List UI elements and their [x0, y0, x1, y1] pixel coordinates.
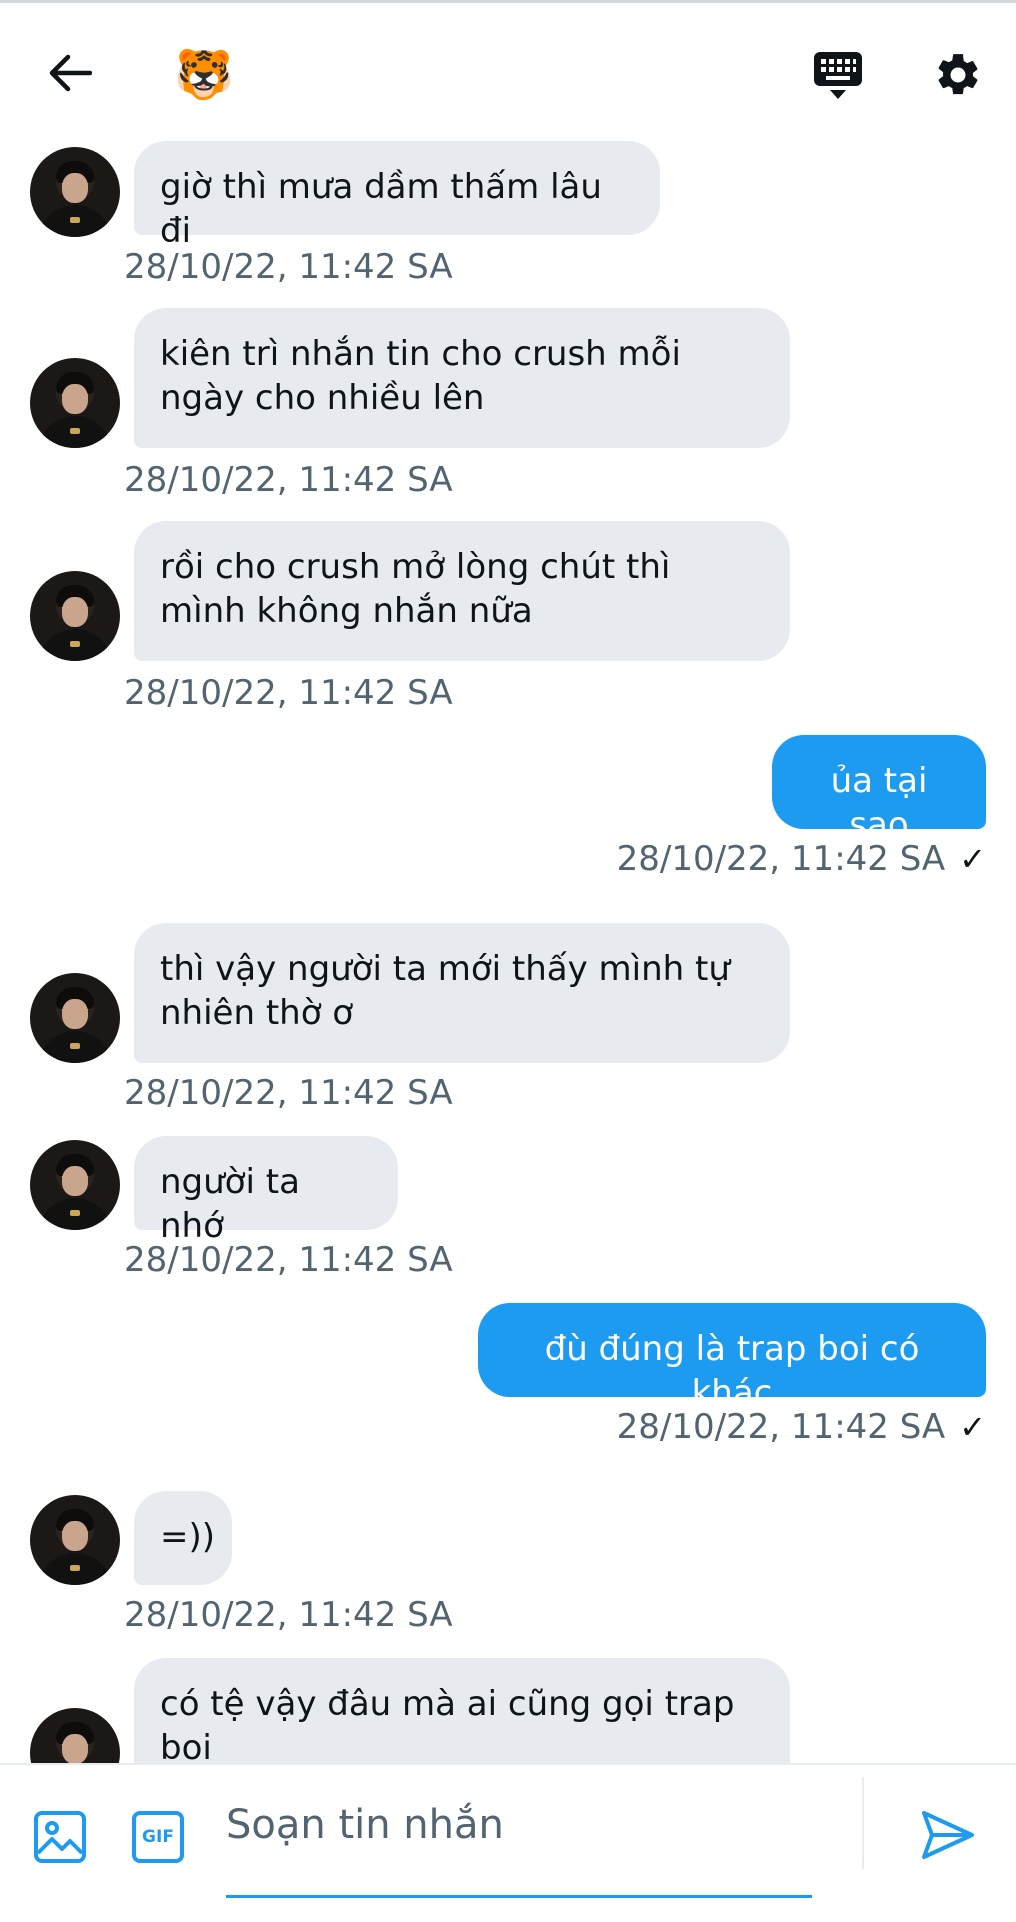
message-item: có tệ vậy đâu mà ai cũng gọi trap boi [0, 1658, 1016, 1763]
image-icon [34, 1811, 86, 1863]
message-item: giờ thì mưa dầm thấm lâu đi 28/10/22, 11… [0, 141, 1016, 301]
message-bubble[interactable]: thì vậy người ta mới thấy mình tự nhiên … [134, 923, 790, 1063]
message-text: có tệ vậy đâu mà ai cũng gọi trap boi [160, 1684, 735, 1763]
message-timestamp: 28/10/22, 11:42 SA [124, 673, 453, 713]
message-text: giờ thì mưa dầm thấm lâu đi [160, 167, 602, 251]
composer-divider [862, 1777, 864, 1869]
message-bubble[interactable]: đù đúng là trap boi có khác [478, 1303, 986, 1413]
message-item: người ta nhớ 28/10/22, 11:42 SA [0, 1136, 1016, 1296]
message-text: thì vậy người ta mới thấy mình tự nhiên … [160, 949, 730, 1033]
message-timestamp: 28/10/22, 11:42 SA [124, 1240, 453, 1280]
message-timestamp: 28/10/22, 11:42 SA [124, 460, 453, 500]
keyboard-shortcuts-button[interactable] [806, 45, 870, 107]
message-item: đù đúng là trap boi có khác 28/10/22, 11… [0, 1303, 1016, 1463]
message-text: ủa tại sao [830, 761, 928, 845]
message-timestamp: 28/10/22, 11:42 SA ✓ [617, 1407, 986, 1447]
gif-label: GIF [142, 1827, 174, 1847]
message-timestamp: 28/10/22, 11:42 SA ✓ [617, 839, 986, 879]
message-bubble[interactable]: rồi cho crush mở lòng chút thì mình khôn… [134, 521, 790, 661]
message-text: =)) [160, 1517, 216, 1557]
add-image-button[interactable] [32, 1809, 88, 1865]
back-button[interactable] [40, 43, 100, 103]
avatar[interactable] [30, 358, 120, 448]
avatar[interactable] [30, 1495, 120, 1585]
message-text: đù đúng là trap boi có khác [544, 1329, 920, 1413]
settings-button[interactable] [928, 45, 988, 105]
message-bubble[interactable]: ủa tại sao [772, 735, 986, 845]
message-timestamp: 28/10/22, 11:42 SA [124, 247, 453, 287]
message-bubble[interactable]: có tệ vậy đâu mà ai cũng gọi trap boi [134, 1658, 790, 1763]
message-time-text: 28/10/22, 11:42 SA [616, 1407, 946, 1447]
message-text: người ta nhớ [160, 1162, 300, 1246]
conversation-header: 🐯 [0, 3, 1016, 141]
avatar[interactable] [30, 1708, 120, 1763]
message-timestamp: 28/10/22, 11:42 SA [124, 1595, 453, 1635]
message-item: =)) 28/10/22, 11:42 SA [0, 1491, 1016, 1651]
gear-icon [938, 54, 978, 95]
input-underline [226, 1895, 812, 1898]
message-bubble[interactable]: người ta nhớ [134, 1136, 398, 1246]
message-item: thì vậy người ta mới thấy mình tự nhiên … [0, 923, 1016, 1123]
message-item: ủa tại sao 28/10/22, 11:42 SA ✓ [0, 735, 1016, 895]
message-item: kiên trì nhắn tin cho crush mỗi ngày cho… [0, 308, 1016, 508]
tiger-icon: 🐯 [174, 47, 234, 103]
avatar[interactable] [30, 973, 120, 1063]
sent-check-icon: ✓ [959, 840, 986, 878]
message-bubble[interactable]: giờ thì mưa dầm thấm lâu đi [134, 141, 660, 251]
send-button[interactable] [918, 1805, 978, 1865]
avatar[interactable] [30, 147, 120, 237]
avatar[interactable] [30, 1140, 120, 1230]
message-text: kiên trì nhắn tin cho crush mỗi ngày cho… [160, 334, 681, 418]
message-input[interactable] [226, 1785, 812, 1865]
send-icon [922, 1811, 974, 1859]
contact-avatar[interactable]: 🐯 [172, 43, 236, 107]
message-timestamp: 28/10/22, 11:42 SA [124, 1073, 453, 1113]
add-gif-button[interactable]: GIF [130, 1809, 186, 1865]
sent-check-icon: ✓ [959, 1408, 986, 1446]
message-composer: GIF [0, 1763, 1016, 1922]
keyboard-icon [814, 52, 862, 99]
message-bubble[interactable]: kiên trì nhắn tin cho crush mỗi ngày cho… [134, 308, 790, 448]
message-text: rồi cho crush mở lòng chút thì mình khôn… [160, 547, 671, 631]
avatar[interactable] [30, 571, 120, 661]
message-list[interactable]: giờ thì mưa dầm thấm lâu đi 28/10/22, 11… [0, 141, 1016, 1763]
message-item: rồi cho crush mở lòng chút thì mình khôn… [0, 521, 1016, 721]
message-bubble[interactable]: =)) [134, 1491, 232, 1585]
message-time-text: 28/10/22, 11:42 SA [616, 839, 946, 879]
back-arrow-icon [49, 54, 92, 92]
